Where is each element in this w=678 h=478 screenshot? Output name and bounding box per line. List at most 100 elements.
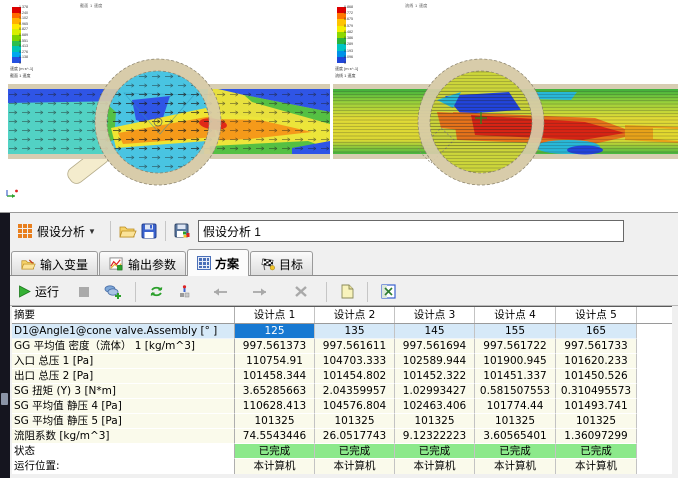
- save-analysis-icon: [174, 223, 192, 239]
- legend-tick-label: 0.689: [19, 33, 28, 37]
- result-cell: 0.310495573: [556, 384, 637, 399]
- cfd-plot-streamlines: 流线 1 速度 0.8680.7720.6750.5790.4820.3860.…: [333, 0, 678, 195]
- back-button[interactable]: [210, 287, 228, 297]
- result-cell: 已完成: [475, 444, 556, 459]
- result-cell: 本计算机: [395, 459, 475, 474]
- result-cell: 3.65285663: [235, 384, 315, 399]
- design-point-value-cell[interactable]: 125: [235, 324, 315, 339]
- output-parameters-icon: [109, 257, 124, 271]
- result-cell: 26.0517743: [315, 429, 395, 444]
- table-row: SG 平均值 静压 4 [Pa]110628.413104576.8041024…: [12, 399, 672, 414]
- save-analysis-button[interactable]: [172, 221, 194, 241]
- legend-tick-label: 0.193: [344, 49, 353, 53]
- panel-pin-icon[interactable]: [1, 393, 8, 405]
- result-cell: 已完成: [556, 444, 637, 459]
- legend-tick-label: 0.138: [19, 55, 28, 59]
- legend-tick-label: 0.868: [344, 5, 353, 9]
- result-cell: 997.561611: [315, 339, 395, 354]
- legend-tick-label: 1.102: [19, 16, 28, 20]
- design-point-value-cell[interactable]: 145: [395, 324, 475, 339]
- export-excel-button[interactable]: [381, 284, 396, 299]
- run-button[interactable]: 运行: [16, 281, 71, 302]
- toolbar-separator: [367, 282, 368, 302]
- row-label: 运行位置:: [12, 459, 235, 474]
- table-row: 入口 总压 1 [Pa]110754.91104703.333102589.94…: [12, 354, 672, 369]
- plot-title-left: 截面 1 速度: [80, 3, 103, 9]
- tab-label: 输入变量: [40, 256, 88, 273]
- tab-input-variables[interactable]: 输入变量: [11, 251, 98, 276]
- toolbar-separator: [110, 221, 111, 241]
- legend-caption-left-1: 速度 [m s^-1]: [10, 66, 33, 72]
- toolbar-separator: [326, 282, 327, 302]
- save-icon: [141, 223, 157, 239]
- legend-tick-label: 0.276: [19, 50, 28, 54]
- close-icon: [294, 285, 308, 298]
- update-design-point-button[interactable]: [178, 285, 191, 299]
- row-label: SG 扭矩 (Y) 3 [N*m]: [12, 384, 235, 399]
- result-cell: 101325: [235, 414, 315, 429]
- toolbar-separator: [135, 282, 136, 302]
- result-cell: 102589.944: [395, 354, 475, 369]
- result-cell: 本计算机: [315, 459, 395, 474]
- submit-jobs-button[interactable]: [104, 284, 122, 299]
- cfd-scene-contour: [8, 0, 330, 195]
- legend-tick-label: 0.551: [19, 39, 28, 43]
- result-cell: 已完成: [235, 444, 315, 459]
- new-document-icon: [340, 284, 354, 299]
- column-header-design-point-3: 设计点 3: [395, 307, 475, 323]
- refresh-button[interactable]: [149, 285, 164, 298]
- tab-design-points[interactable]: 方案: [187, 249, 249, 276]
- legend-tick-label: 0.096: [344, 55, 353, 59]
- result-cell: 本计算机: [475, 459, 556, 474]
- column-header-design-point-5: 设计点 5: [556, 307, 637, 323]
- grid-icon: [18, 224, 32, 238]
- tab-goals[interactable]: 目标: [250, 251, 313, 276]
- result-cell: 本计算机: [235, 459, 315, 474]
- design-point-value-cell[interactable]: 165: [556, 324, 637, 339]
- column-header-design-point-2: 设计点 2: [315, 307, 395, 323]
- forward-button[interactable]: [252, 287, 270, 297]
- result-cell: 已完成: [395, 444, 475, 459]
- legend-tick-label: 0.827: [19, 27, 28, 31]
- table-header-row: 摘要设计点 1设计点 2设计点 3设计点 4设计点 5: [12, 307, 672, 324]
- row-label: 流阻系数 [kg/m^3]: [12, 429, 235, 444]
- legend-tick-label: 0.675: [344, 17, 353, 21]
- legend-tick-label: 0.386: [344, 36, 353, 40]
- result-cell: 已完成: [315, 444, 395, 459]
- run-label: 运行: [35, 283, 59, 300]
- arrow-right-icon: [252, 287, 270, 297]
- what-if-menu-button[interactable]: 假设分析 ▼: [16, 221, 104, 242]
- table-row: SG 平均值 静压 5 [Pa]101325101325101325101325…: [12, 414, 672, 429]
- input-variables-icon: [21, 258, 36, 271]
- result-cell: 1.02993427: [395, 384, 475, 399]
- result-cell: 101620.233: [556, 354, 637, 369]
- cfd-plot-velocity-contour: 截面 1 速度 1.3781.2401.1020.9650.8270.6890.…: [8, 0, 330, 195]
- result-cell: 1.36097299: [556, 429, 637, 444]
- design-points-grid-icon: [197, 256, 211, 270]
- result-cell: 9.12322223: [395, 429, 475, 444]
- tab-output-parameters[interactable]: 输出参数: [99, 251, 186, 276]
- table-row: 流阻系数 [kg/m^3]74.554344626.05177439.12322…: [12, 429, 672, 444]
- analysis-name-input[interactable]: [198, 220, 624, 242]
- design-point-value-cell[interactable]: 155: [475, 324, 556, 339]
- row-label: D1@Angle1@cone valve.Assembly [° ]: [12, 324, 235, 339]
- legend-tick-label: 0.482: [344, 30, 353, 34]
- design-point-value-cell[interactable]: 135: [315, 324, 395, 339]
- table-row: GG 平均值 密度（流体） 1 [kg/m^3]997.561373997.56…: [12, 339, 672, 354]
- result-cell: 101450.526: [556, 369, 637, 384]
- legend-tick-label: 1.240: [19, 11, 28, 15]
- row-label: SG 平均值 静压 5 [Pa]: [12, 414, 235, 429]
- legend-tick-label: 0.965: [19, 22, 28, 26]
- save-button[interactable]: [139, 221, 159, 241]
- row-label: 状态: [12, 444, 235, 459]
- delete-button[interactable]: [294, 285, 308, 298]
- new-report-button[interactable]: [340, 284, 354, 299]
- legend-tick-label: 0.413: [19, 44, 28, 48]
- stop-button[interactable]: [78, 286, 90, 298]
- open-button[interactable]: [117, 222, 139, 241]
- panel-edge: [0, 213, 10, 478]
- legend-caption-right-2: 流线 1 速度: [335, 73, 355, 79]
- column-header-design-point-1: 设计点 1: [235, 307, 315, 323]
- stop-icon: [78, 286, 90, 298]
- app-window: 截面 1 速度 1.3781.2401.1020.9650.8270.6890.…: [0, 0, 678, 478]
